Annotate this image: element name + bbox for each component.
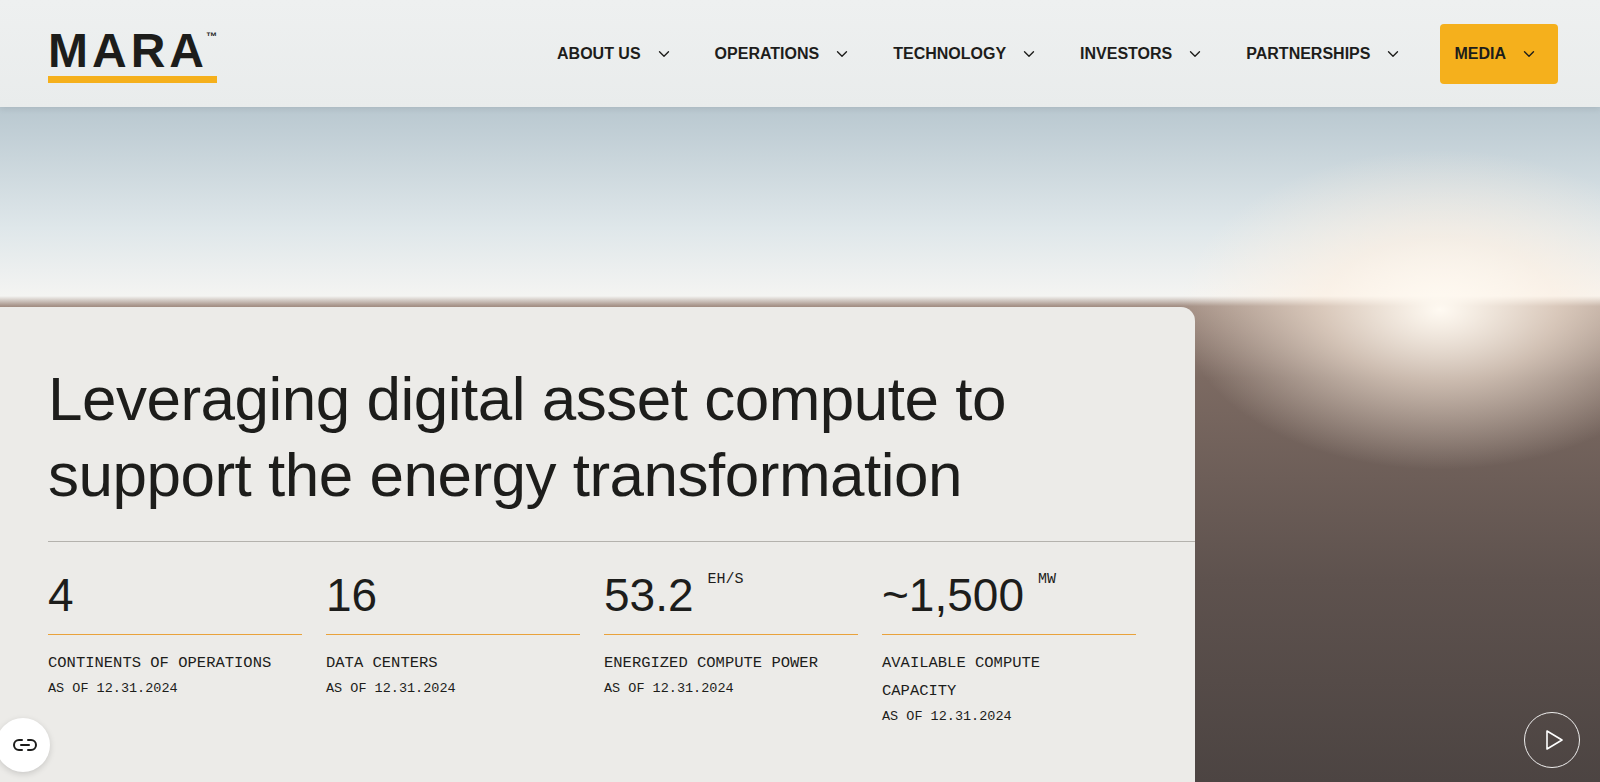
nav-item[interactable]: OPERATIONS [711,24,856,84]
nav-item[interactable]: MEDIA [1440,24,1558,84]
stat-value: 53.2 [604,568,694,622]
divider [48,541,1195,542]
stat-value: ~1,500 [882,568,1024,622]
stat-date: AS OF 12.31.2024 [604,677,858,701]
nav-item[interactable]: PARTNERSHIPS [1242,24,1406,84]
stat: 4 CONTINENTS OF OPERATIONSAS OF 12.31.202… [48,568,302,729]
stat-label: ENERGIZED COMPUTE POWER [604,649,840,677]
headline-line: Leveraging digital asset compute to [48,361,1195,437]
site-header: MARA™ ABOUT US OPERATIONS TECHNOLOGY INVESTO… [0,0,1600,107]
main-nav: ABOUT US OPERATIONS TECHNOLOGY INVESTORS PAR… [553,24,1558,84]
chevron-down-icon [655,45,673,63]
trademark: ™ [206,31,217,42]
stat-value: 4 [48,568,74,622]
stats: 4CONTINENTS OF OPERATIONSAS OF 12.31.202… [48,568,1195,729]
stat-date: AS OF 12.31.2024 [326,677,580,701]
stat-unit: EH/S [708,570,744,590]
chevron-down-icon [1186,45,1204,63]
hero-card: Leveraging digital asset compute tosuppo… [0,307,1195,782]
nav-item[interactable]: TECHNOLOGY [889,24,1042,84]
hero: Leveraging digital asset compute tosuppo… [0,107,1600,782]
stat-value-row: ~1,500 MW [882,568,1136,635]
stat-value-row: 4 [48,568,302,635]
logo[interactable]: MARA™ [48,31,217,83]
page: MARA™ ABOUT US OPERATIONS TECHNOLOGY INVESTO… [0,0,1600,782]
stat-date: AS OF 12.31.2024 [882,705,1136,729]
chevron-down-icon [1520,45,1538,63]
stat-unit: MW [1038,570,1056,590]
chevron-down-icon [1020,45,1038,63]
stat-value-row: 53.2 EH/S [604,568,858,635]
nav-item[interactable]: INVESTORS [1076,24,1208,84]
stat: 16 DATA CENTERSAS OF 12.31.2024 [326,568,580,729]
play-button[interactable] [1524,712,1580,768]
stat-value: 16 [326,568,377,622]
logo-row: MARA™ [48,31,217,71]
headline-line: support the energy transformation [48,437,1195,513]
stat: ~1,500 MW AVAILABLE COMPUTE CAPACITYAS OF … [882,568,1136,729]
nav-item[interactable]: ABOUT US [553,24,677,84]
stat-label: DATA CENTERS [326,649,562,677]
stat: 53.2 EH/S ENERGIZED COMPUTE POWERAS OF 12.… [604,568,858,729]
chevron-down-icon [1384,45,1402,63]
cookie-preferences-icon [12,737,38,753]
stat-label: CONTINENTS OF OPERATIONS [48,649,284,677]
chevron-down-icon [833,45,851,63]
logo-underline [48,76,217,83]
stat-label: AVAILABLE COMPUTE CAPACITY [882,649,1118,705]
stat-value-row: 16 [326,568,580,635]
play-icon [1543,728,1565,752]
logo-word: MARA [48,31,208,71]
headline: Leveraging digital asset compute tosuppo… [48,361,1195,513]
stat-date: AS OF 12.31.2024 [48,677,302,701]
